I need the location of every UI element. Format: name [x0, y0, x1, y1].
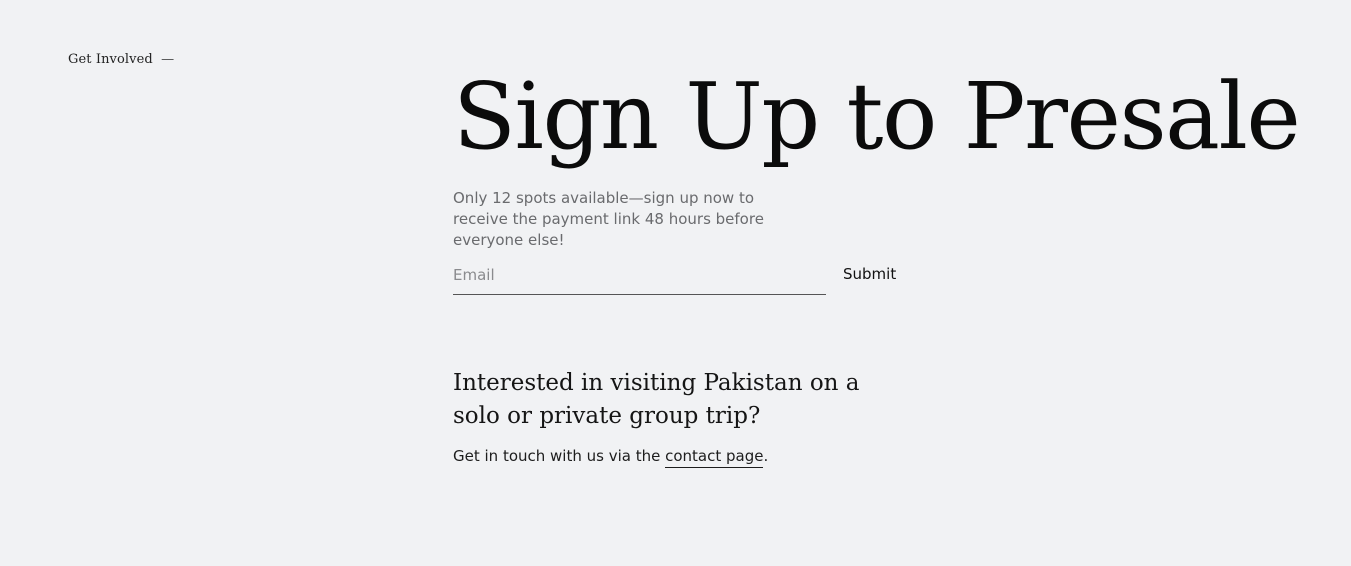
section-label: Get Involved —: [68, 52, 174, 67]
trip-heading: Interested in visiting Pakistan on a sol…: [453, 370, 860, 429]
email-field[interactable]: [453, 263, 826, 295]
page: Get Involved — Sign Up to Presale Only 1…: [0, 0, 1351, 566]
page-title: Sign Up to Presale: [453, 63, 1301, 170]
presale-section: Sign Up to Presale Only 12 spots availab…: [453, 58, 1333, 468]
signup-form: Submit: [453, 263, 1333, 295]
trip-text-prefix: Get in touch with us via the: [453, 447, 666, 465]
contact-page-link[interactable]: contact page: [665, 447, 764, 468]
section-label-text: Get Involved: [68, 52, 153, 67]
trip-text: Get in touch with us via the contact pag…: [453, 445, 1333, 468]
presale-description: Only 12 spots available—sign up now to r…: [453, 189, 764, 249]
section-label-dash: —: [161, 52, 175, 67]
trip-text-suffix: .: [763, 447, 769, 465]
submit-button[interactable]: Submit: [843, 263, 896, 295]
